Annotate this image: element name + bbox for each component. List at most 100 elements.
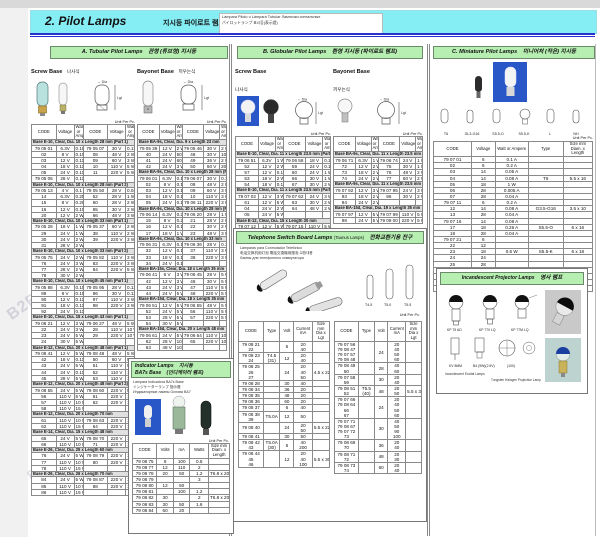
table-cell: 220 V — [204, 338, 220, 344]
svg-text:↔ Dia: ↔ Dia — [183, 80, 193, 84]
table-cell: 79 08 78 — [133, 470, 157, 476]
table-cell: 110 V — [204, 248, 220, 254]
table-cell: 2 W — [323, 200, 331, 206]
table-cell: 79 08 37 — [239, 405, 264, 411]
table-cell — [312, 341, 329, 352]
column-header: Current mA — [388, 322, 406, 342]
table-cell: 1 W — [323, 176, 331, 182]
table-cell: 79 06 71 — [334, 157, 356, 163]
table-cell — [358, 363, 374, 374]
screw-base-label: Screw Base — [235, 69, 266, 75]
table-cell: 60 — [374, 462, 387, 473]
projector-lamp-photo-blue — [545, 338, 581, 382]
table-cell: 5 W — [175, 302, 182, 308]
table-cell: 5 W — [220, 302, 227, 308]
telephone-title-band: Telephone Switch Board Lamps (Taunus Lam… — [236, 231, 424, 244]
table-cell: 15 W — [74, 465, 83, 471]
subtable-title: Base E-10, Clear, Dia. 11 x Length 23.5 … — [236, 188, 331, 194]
table-cell: 2 W — [220, 182, 227, 188]
table-cell: 2040 — [388, 374, 406, 385]
table-cell: 79 05 82 — [83, 254, 108, 260]
subtable-title: Base BA-15d, Clear, Dia. 19 x Length 35 … — [334, 206, 423, 212]
screw-base-korean: 나사식 — [67, 69, 80, 74]
table-cell: 110 V — [56, 489, 74, 495]
table-cell: 2 W — [220, 224, 227, 230]
table-cell: 0.11 A — [74, 303, 83, 309]
telephone-lamps-box: Telephone Switch Board Lamps (Taunus Lam… — [233, 228, 427, 522]
table-cell — [83, 489, 108, 495]
svg-text:KP 77M LQ: KP 77M LQ — [511, 328, 529, 332]
table-cell: 79 06 58 — [283, 157, 306, 163]
table-cell: 5 W — [220, 290, 227, 296]
table-cell: 220 V — [108, 387, 126, 393]
table-cell: 86 — [32, 489, 57, 495]
subtable-title: Base E-10, Clear, Dia. 10 x Length 33 mm… — [32, 218, 135, 224]
table-cell: 79 06 41 — [138, 272, 160, 278]
table-cell: 0.11 A — [175, 254, 182, 260]
table-cell: 204050 — [294, 364, 312, 380]
b-screw-photos: ↔ Dia Lgt — [235, 96, 331, 132]
column-header: CODE — [138, 125, 160, 140]
table-cell: 2 W — [126, 230, 135, 236]
table-cell — [406, 397, 422, 419]
table-cell: 79 08 4950 — [335, 363, 359, 374]
table-cell: 79 06 20 — [182, 212, 204, 218]
column-header: Watt or Ampere — [175, 125, 182, 140]
table-cell: 3 W — [220, 248, 227, 254]
column-header: Voltage — [159, 125, 175, 140]
table-cell: 2 W — [371, 163, 378, 169]
column-header: CODE — [182, 125, 204, 140]
table-cell: 2 W — [416, 169, 423, 175]
table-cell: 2 W — [371, 200, 378, 206]
table-cell: 5 W — [220, 314, 227, 320]
bayonet-base-label: Bayonet Base — [333, 69, 370, 75]
b-screw-tables: CODEVoltageWatt or AmpereCODEVoltageWatt… — [235, 136, 331, 243]
table-cell: 3 W — [74, 327, 83, 333]
table-cell: 48 V — [159, 345, 175, 351]
table-cell: 79 08 4243 — [239, 440, 264, 451]
indicator-title-korean: 지시등 — [179, 363, 193, 369]
table-cell: 2040100 — [294, 451, 312, 467]
table-cell: 5 W — [74, 393, 83, 399]
table-cell: T5.0A(30) — [263, 440, 280, 451]
data-table: CODEVoltageWatt or AmpereCODEVoltageWatt… — [137, 124, 227, 351]
section-b-title-band: B. Globular Pilot Lamps 환형 지시등 (파이로트 램프) — [237, 46, 423, 59]
a-screw-tables: CODEVoltageWatt or AmpereCODEVoltageWatt… — [31, 124, 135, 496]
screw-base-label: Screw Base — [31, 69, 62, 75]
column-header: Voltage — [204, 125, 220, 140]
column-header: Watt or Ampere — [126, 125, 135, 140]
subtable-title: Base E-12, Clear, Dia. 20 x Length 48 mm… — [32, 381, 135, 387]
table-cell: 12 — [280, 353, 294, 364]
table-cell: T6.8 x 20mm — [209, 470, 230, 476]
table-cell: 10 W — [220, 332, 227, 338]
table-cell: 5 W — [74, 339, 83, 345]
table-cell: 2 W — [74, 236, 83, 242]
projector-title: Incandescent Projector Lamps — [462, 275, 535, 281]
section-c-title: C. Miniature Pilot Lamps — [452, 49, 517, 55]
table-cell: 79 07 62 — [283, 194, 306, 200]
subtable-title: Base BA-9s, Clear, Dia. 10 x Length 33 m… — [138, 236, 227, 242]
table-cell: 110 V — [204, 194, 220, 200]
table-cell: 2040 — [388, 440, 406, 451]
column-header: CODE — [335, 322, 359, 342]
table-cell: 5 W — [175, 308, 182, 314]
page-title: 2. Pilot Lamps — [45, 14, 126, 28]
table-cell: 79 06 07 — [182, 175, 204, 181]
globular-bayonet-dimension-diagram: ↔ Dia Lgt — [371, 96, 415, 130]
table-cell: 79 06 31 — [138, 242, 160, 248]
indicator-table: CODEVoltsmAWattsSize mm Diam. x Length79… — [132, 443, 230, 514]
column-header: Size mm Dia x Lgt — [406, 322, 422, 342]
table-cell: 50 mA — [175, 151, 182, 157]
svg-text:Lgt: Lgt — [117, 96, 122, 100]
table-cell: 5 W — [74, 453, 83, 459]
table-cell: 2 W — [323, 182, 331, 188]
table-cell: 20 — [173, 507, 190, 513]
column-header: Type — [263, 322, 280, 342]
telephone-right-table: CODETypeVoltCurrent mASize mm Dia x Lgt7… — [334, 321, 422, 474]
svg-text:B4 (9W)(2.5V): B4 (9W)(2.5V) — [473, 364, 495, 368]
column-header: Voltage — [355, 137, 371, 152]
b-bayonet-photos: ↔ Dia Lgt — [333, 96, 423, 132]
table-cell: 0.11 A — [175, 260, 182, 266]
projector-lamp-photo-black — [545, 290, 581, 334]
section-b-title-korean: 환형 지시등 (파이로트 램프) — [332, 49, 397, 55]
